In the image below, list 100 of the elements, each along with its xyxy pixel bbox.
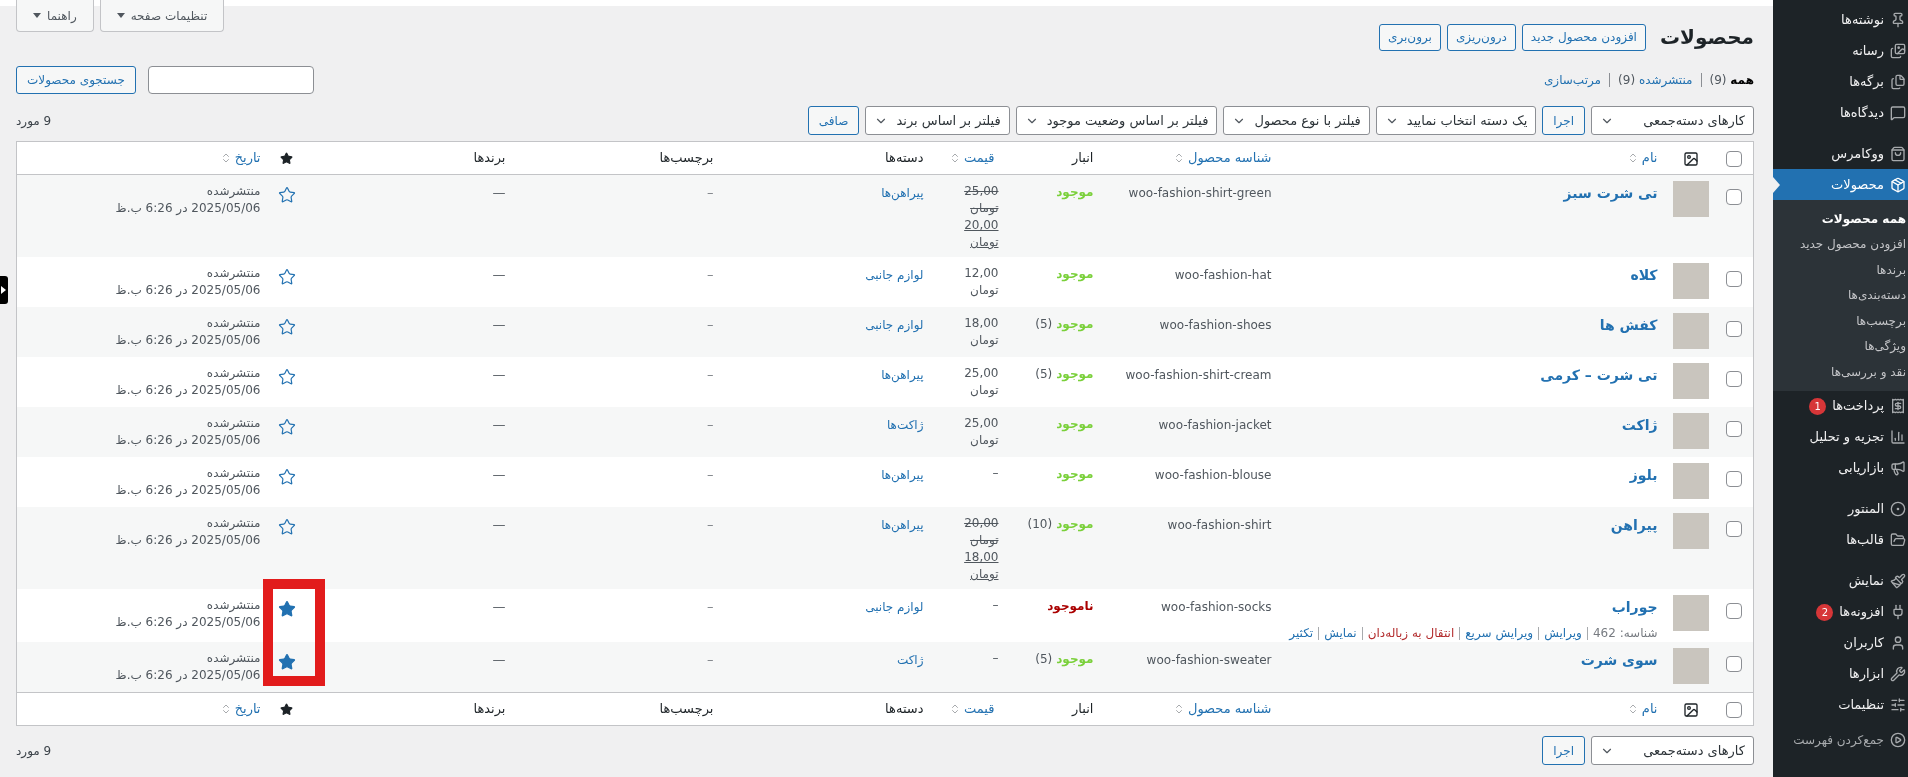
featured-star-icon[interactable] [277,417,296,436]
category-link[interactable]: ژاکت‌ها [886,418,924,432]
category-link[interactable]: پیراهن‌ها [881,368,924,382]
submenu-item[interactable]: نقد و بررسی‌ها [1773,359,1908,385]
featured-star-icon[interactable] [277,517,296,536]
sidebar-item[interactable]: تنظیمات [1773,689,1908,721]
featured-star-icon[interactable] [277,652,296,671]
row-action-link[interactable]: ویرایش سریع [1465,624,1534,642]
column-header-link[interactable]: شناسه محصول [1187,699,1272,719]
sidebar-item[interactable]: نوشته‌ها [1773,4,1908,35]
category-link[interactable]: پیراهن‌ها [881,468,924,482]
apply-button[interactable]: اجرا [1542,736,1585,765]
column-header-link[interactable]: نام [1641,699,1658,719]
menu-icon [1890,398,1906,414]
collapse-icon [1890,731,1906,748]
checkbox[interactable] [1726,520,1743,537]
submenu-item[interactable]: همه محصولات [1773,206,1908,232]
checkbox[interactable] [1726,420,1743,437]
panel-toggle-tab[interactable] [0,276,8,304]
sidebar-item[interactable]: برگه‌ها [1773,66,1908,97]
category-link[interactable]: لوازم جانبی [865,600,924,614]
checkbox[interactable] [1726,655,1743,672]
row-action-link[interactable]: انتقال به زباله‌دان [1367,624,1455,642]
publish-status: منتشرشده [205,650,261,667]
checkbox[interactable] [1726,150,1743,167]
column-header-link[interactable]: قیمت [964,148,995,168]
product-name-link[interactable]: کفش ها [1599,317,1658,333]
column-header-link[interactable]: شناسه محصول [1187,148,1272,168]
sidebar-item[interactable]: نمایش [1773,565,1908,597]
submenu-item[interactable]: برندها [1773,257,1908,283]
sidebar-item[interactable]: قالب‌ها [1773,524,1908,556]
row-action-link[interactable]: تکثیر [1289,624,1314,642]
screen-meta-tab[interactable]: راهنما [16,0,94,32]
view-filter-link[interactable]: مرتب‌سازی [1543,71,1602,89]
stock-count: (5) [1035,317,1053,331]
column-header-link[interactable]: نام [1641,148,1658,168]
checkbox[interactable] [1726,270,1743,287]
sidebar-item[interactable]: تجزیه و تحلیل [1773,421,1908,453]
checkbox[interactable] [1726,470,1743,487]
product-name-link[interactable]: تی شرت – کرمی [1540,367,1658,383]
collapse-menu-button[interactable]: جمع‌کردن فهرست [1773,724,1908,755]
row-action-link[interactable]: نمایش [1324,624,1357,642]
product-name-link[interactable]: پیراهن [1610,517,1658,533]
checkbox[interactable] [1726,602,1743,619]
column-header-link[interactable]: قیمت [964,699,995,719]
category-link[interactable]: ژاکت [896,653,924,667]
featured-star-icon[interactable] [277,185,296,204]
column-header-link[interactable]: تاریخ [234,699,261,719]
product-name-link[interactable]: بلوز [1629,467,1658,483]
publish-date: 2025/05/06 در 6:26 ب.ظ [114,667,261,684]
sidebar-item[interactable]: بازاریابی [1773,452,1908,484]
filter-select[interactable]: فیلتر با نوع محصول [1223,106,1370,135]
filter-select[interactable]: فیلتر بر اساس وضعیت موجود [1015,106,1218,135]
featured-star-icon[interactable] [277,267,296,286]
category-link[interactable]: پیراهن‌ها [881,186,924,200]
featured-star-icon[interactable] [277,599,296,618]
apply-button[interactable]: اجرا [1542,106,1585,135]
search-field[interactable] [147,66,314,94]
product-name-link[interactable]: تی شرت سبز [1563,185,1658,201]
featured-star-icon[interactable] [277,317,296,336]
filter-button[interactable]: صافی [807,106,860,135]
page-action-button[interactable]: برون‌بری [1379,23,1441,51]
page-action-button[interactable]: درون‌ریزی [1446,23,1516,51]
column-header-link[interactable]: تاریخ [234,148,261,168]
sidebar-item[interactable]: رسانه [1773,35,1908,66]
sidebar-item[interactable]: ابزارها [1773,658,1908,690]
tags-text: – [707,417,714,432]
sidebar-item[interactable]: کاربران [1773,627,1908,659]
featured-star-icon[interactable] [277,467,296,486]
checkbox[interactable] [1726,370,1743,387]
filter-select[interactable]: فیلتر بر اساس برند [865,106,1010,135]
page-action-button[interactable]: افزودن محصول جدید [1521,23,1646,51]
screen-meta-tab[interactable]: تنظیمات صفحه [99,0,225,32]
product-name-link[interactable]: جوراب [1611,599,1658,615]
sidebar-item[interactable]: محصولات [1773,169,1908,200]
checkbox[interactable] [1726,188,1743,205]
featured-star-icon[interactable] [277,367,296,386]
brands-text: — [492,599,506,614]
category-link[interactable]: لوازم جانبی [865,318,924,332]
search-button[interactable]: جستجوی محصولات [16,66,136,94]
bulk-action-select[interactable]: کارهای دسته‌جمعی [1591,736,1754,765]
category-link[interactable]: پیراهن‌ها [881,518,924,532]
sidebar-item[interactable]: المنتور [1773,493,1908,525]
stock-status: موجود [1056,267,1094,281]
submenu-item[interactable]: ویژگی‌ها [1773,333,1908,359]
submenu-item[interactable]: افزودن محصول جدید [1773,231,1908,257]
submenu-item[interactable]: دسته‌بندی‌ها [1773,282,1908,308]
checkbox[interactable] [1726,701,1743,718]
sku-text: woo-fashion-shirt-cream [1125,368,1272,382]
checkbox[interactable] [1726,320,1743,337]
sidebar-item[interactable]: ووکامرس [1773,138,1908,169]
category-link[interactable]: لوازم جانبی [865,268,924,282]
sidebar-item[interactable]: دیدگاه‌ها [1773,97,1908,128]
product-name-link[interactable]: سوی شرت [1580,652,1658,668]
product-name-link[interactable]: کلاه [1630,267,1658,283]
filter-select[interactable]: یک دسته انتخاب نمایید [1375,106,1537,135]
bulk-action-select[interactable]: کارهای دسته‌جمعی [1591,106,1754,135]
submenu-item[interactable]: برچسب‌ها [1773,308,1908,334]
product-name-link[interactable]: ژاکت [1621,417,1658,433]
row-action-link[interactable]: ویرایش [1544,624,1582,642]
